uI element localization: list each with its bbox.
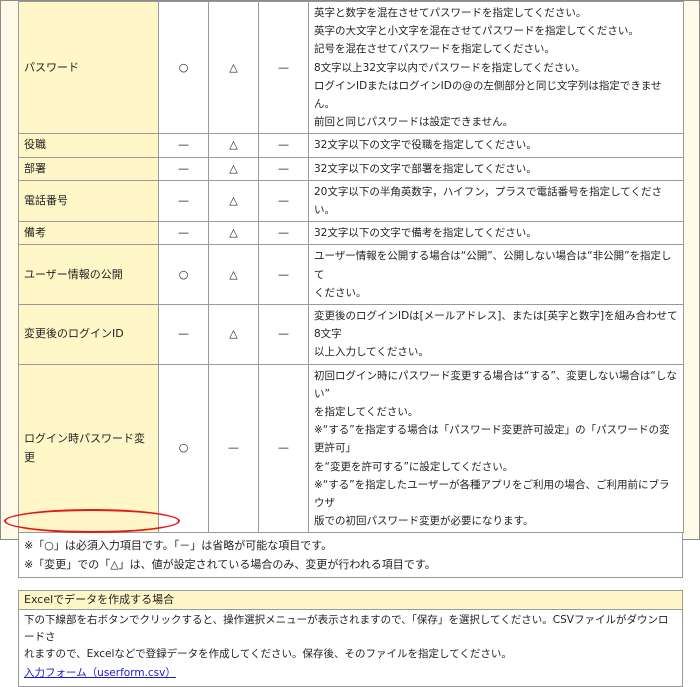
change-mark-cell: —	[258, 363, 309, 534]
required-mark-cell: ○	[158, 244, 209, 306]
table-row: 変更後のログインID — △ — 変更後のログインIDは[メールアドレス]、または[英字…	[18, 304, 684, 365]
required-mark-cell: ○	[158, 0, 209, 135]
description-cell: 初回ログイン時にパスワード変更する場合は“する”、変更しない場合は“しない” を指…	[308, 363, 684, 534]
add-mark-cell: △	[208, 304, 259, 365]
field-name-cell: 部署	[18, 156, 159, 181]
description-line: 32文字以下の文字で備考を指定してください。	[314, 227, 537, 240]
description-line: 20文字以下の半角英数字，ハイフン，プラスで電話番号を指定してください。	[314, 185, 662, 217]
add-mark-cell: △	[208, 244, 259, 306]
table-row: 備考 — △ —32文字以下の文字で備考を指定してください。	[18, 221, 684, 246]
field-name-cell: 備考	[18, 221, 159, 246]
description-line: ください。	[314, 286, 367, 299]
description-line: 前回と同じパスワードは設定できません。	[314, 116, 514, 129]
field-name-cell: ログイン時パスワード変更	[18, 363, 159, 534]
add-mark-cell: △	[208, 156, 259, 181]
field-name-cell: パスワード	[18, 0, 159, 135]
excel-section-body: 下の下線部を右ボタンでクリックすると、操作選択メニューが表示されますので、「保存…	[19, 610, 682, 686]
add-mark-cell: △	[208, 179, 259, 223]
notes-box: ※「○」は必須入力項目です。「－」は省略が可能な項目です。 ※「変更」での「△」…	[18, 533, 683, 579]
field-spec-table: パスワード ○ △ — 英字と数字を混在させてパスワードを指定してください。 英字の大文字…	[18, 0, 684, 534]
field-name-cell: 役職	[18, 133, 159, 158]
field-name-cell: 電話番号	[18, 179, 159, 223]
field-spec-body: パスワード ○ △ — 英字と数字を混在させてパスワードを指定してください。 英字の大文字…	[18, 0, 684, 534]
description-line: 英字と数字を混在させてパスワードを指定してください。	[314, 7, 587, 19]
table-row: ログイン時パスワード変更 ○ — — 初回ログイン時にパスワード変更する場合は“する”、…	[18, 363, 684, 534]
description-line: を指定してください。	[314, 406, 419, 419]
excel-section-title: Excelでデータを作成する場合	[19, 591, 682, 611]
required-mark-cell: —	[158, 156, 209, 181]
table-row: 部署 — △ —32文字以下の文字で部署を指定してください。	[18, 156, 684, 181]
excel-section: Excelでデータを作成する場合 下の下線部を右ボタンでクリックすると、操作選択…	[18, 590, 683, 687]
change-mark-cell: —	[258, 304, 309, 365]
description-line: 32文字以下の文字で役職を指定してください。	[314, 139, 537, 152]
table-row: ユーザー情報の公開 ○ △ — ユーザー情報を公開する場合は“公開”、公開しない場合は“…	[18, 244, 684, 306]
table-row: パスワード ○ △ — 英字と数字を混在させてパスワードを指定してください。 英字の大文字…	[18, 0, 684, 135]
description-line: ユーザー情報を公開する場合は“公開”、公開しない場合は“非公開”を指定して	[314, 250, 672, 281]
description-line: ログインIDまたはログインIDの@の左側部分と同じ文字列は指定できません。	[314, 79, 662, 111]
description-line: 32文字以下の文字で部署を指定してください。	[314, 162, 537, 175]
description-line: 英字の大文字と小文字を混在させてパスワードを指定してください。	[314, 25, 639, 38]
description-line: ※“する”を指定したユーザーが各種アプリをご利用の場合、ご利用前にブラウザ	[314, 478, 670, 510]
inner-content: パスワード ○ △ — 英字と数字を混在させてパスワードを指定してください。 英字の大文字…	[18, 0, 684, 687]
description-cell: 変更後のログインIDは[メールアドレス]、または[英字と数字]を組み合わせて8文…	[308, 304, 684, 365]
required-mark-cell: —	[158, 304, 209, 365]
add-mark-cell: —	[208, 363, 259, 534]
required-mark-cell: —	[158, 133, 209, 158]
change-mark-cell: —	[258, 0, 309, 135]
description-line: 版での初回パスワード変更が必要になります。	[314, 515, 534, 528]
change-mark-cell: —	[258, 244, 309, 306]
field-name-cell: ユーザー情報の公開	[18, 244, 159, 306]
required-mark-cell: —	[158, 221, 209, 246]
userform-csv-link[interactable]: 入力フォーム（userform.csv）	[24, 665, 176, 682]
description-line: 初回ログイン時にパスワード変更する場合は“する”、変更しない場合は“しない”	[314, 369, 677, 400]
change-mark-cell: —	[258, 156, 309, 181]
table-row: 役職 — △ —32文字以下の文字で役職を指定してください。	[18, 133, 684, 158]
content-frame: パスワード ○ △ — 英字と数字を混在させてパスワードを指定してください。 英字の大文字…	[0, 0, 700, 687]
table-row: 電話番号 — △ —20文字以下の半角英数字，ハイフン，プラスで電話番号を指定してくだ…	[18, 179, 684, 223]
description-line: 以上入力してください。	[314, 346, 429, 359]
add-mark-cell: △	[208, 221, 259, 246]
required-mark-cell: —	[158, 179, 209, 223]
description-cell: 32文字以下の文字で役職を指定してください。	[308, 133, 684, 158]
add-mark-cell: △	[208, 133, 259, 158]
description-line: 記号を混在させてパスワードを指定してください。	[314, 43, 555, 56]
description-cell: 32文字以下の文字で部署を指定してください。	[308, 156, 684, 181]
note-change: ※「変更」での「△」は、値が設定されている場合のみ、変更が行われる項目です。	[24, 558, 436, 572]
description-line: ※“する”を指定する場合は「パスワード変更許可設定」の「パスワードの変更許可」	[314, 424, 670, 455]
change-mark-cell: —	[258, 179, 309, 223]
add-mark-cell: △	[208, 0, 259, 135]
excel-instruction-line2: れますので、Excelなどで登録データを作成してください。保存後、そのファイルを…	[24, 648, 512, 661]
description-line: 変更後のログインIDは[メールアドレス]、または[英字と数字]を組み合わせて8文…	[314, 310, 678, 341]
description-cell: 32文字以下の文字で備考を指定してください。	[308, 221, 684, 246]
change-mark-cell: —	[258, 221, 309, 246]
description-cell: 20文字以下の半角英数字，ハイフン，プラスで電話番号を指定してください。	[308, 179, 684, 223]
change-mark-cell: —	[258, 133, 309, 158]
note-required: ※「○」は必須入力項目です。「－」は省略が可能な項目です。	[24, 539, 333, 553]
description-line: を“変更を許可する”に設定してください。	[314, 460, 514, 473]
field-name-cell: 変更後のログインID	[18, 304, 159, 365]
description-line: 8文字以上32文字以内でパスワードを指定してください。	[314, 61, 586, 74]
description-cell: ユーザー情報を公開する場合は“公開”、公開しない場合は“非公開”を指定してくださ…	[308, 244, 684, 306]
excel-instruction-line1: 下の下線部を右ボタンでクリックすると、操作選択メニューが表示されますので、「保存…	[24, 614, 669, 644]
required-mark-cell: ○	[158, 363, 209, 534]
description-cell: 英字と数字を混在させてパスワードを指定してください。英字の大文字と小文字を混在さ…	[308, 0, 684, 135]
